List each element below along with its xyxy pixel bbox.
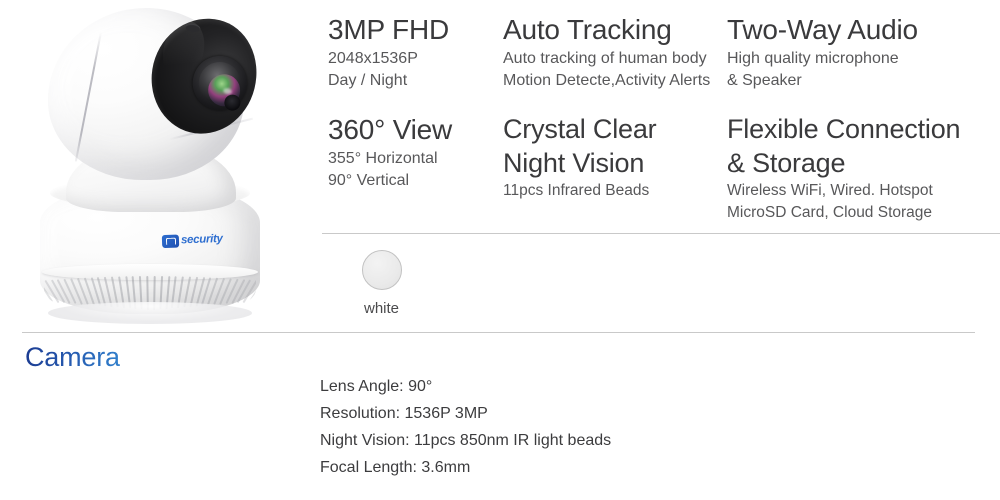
feature-title: Auto Tracking — [503, 14, 672, 45]
camera-illustration: security — [22, 2, 282, 324]
lens-pupil — [222, 92, 243, 113]
lens-ring — [194, 57, 246, 113]
feature-flexible-connection: Flexible Connection & Storage Wireless W… — [727, 112, 961, 224]
feature-subtitle-line: & Speaker — [727, 72, 802, 89]
feature-subtitle-line: Auto tracking of human body — [503, 50, 707, 67]
feature-title: 3MP FHD — [328, 14, 449, 45]
color-swatch-circle[interactable] — [362, 250, 402, 290]
camera-lens-faceplate — [139, 7, 269, 145]
spec-resolution: Resolution: 1536P 3MP — [320, 405, 488, 422]
feature-subtitle-line: 355° Horizontal — [328, 150, 438, 167]
brand-logo-text: security — [180, 232, 223, 247]
brand-logo: security — [161, 232, 223, 249]
feature-two-way-audio: Two-Way Audio High quality microphone & … — [727, 12, 918, 92]
feature-subtitle-line: Wireless WiFi, Wired. Hotspot — [727, 182, 933, 199]
features-divider — [322, 233, 1000, 234]
feature-title-second-line: Night Vision — [503, 148, 645, 178]
camera-base-shadow — [48, 302, 252, 324]
color-swatch-label: white — [364, 300, 400, 317]
feature-3mp-fhd: 3MP FHD 2048x1536P Day / Night — [328, 12, 449, 92]
section-title-camera: Camera — [25, 342, 120, 372]
spec-night-vision: Night Vision: 11pcs 850nm IR light beads — [320, 432, 612, 449]
feature-title: 360° View — [328, 114, 453, 145]
feature-title: Flexible Connection — [727, 114, 961, 144]
feature-title: Crystal Clear — [503, 114, 657, 144]
feature-grid: 3MP FHD 2048x1536P Day / Night Auto Trac… — [320, 0, 1000, 232]
lens-glass — [204, 70, 244, 113]
zy-logo-icon — [161, 234, 180, 249]
feature-subtitle-line: MicroSD Card, Cloud Storage — [727, 204, 933, 221]
feature-auto-tracking: Auto Tracking Auto tracking of human bod… — [503, 12, 710, 92]
camera-spec-list: Lens Angle: 90° Resolution: 1536P 3MP Ni… — [320, 373, 980, 481]
feature-title: Two-Way Audio — [727, 14, 918, 45]
feature-title-second-line: & Storage — [727, 148, 846, 178]
feature-subtitle-line: High quality microphone — [727, 50, 899, 67]
feature-subtitle-line: Day / Night — [328, 72, 408, 89]
camera-head — [48, 7, 269, 180]
camera-head-seam-icon — [74, 31, 102, 162]
feature-subtitle-line: 11pcs Infrared Beads — [503, 182, 650, 199]
product-image: security — [0, 0, 310, 330]
feature-subtitle-line: 2048x1536P — [328, 50, 418, 67]
feature-subtitle-line: Motion Detecte,Activity Alerts — [503, 72, 711, 89]
feature-night-vision: Crystal Clear Night Vision 11pcs Infrare… — [503, 112, 657, 202]
feature-360-view: 360° View 355° Horizontal 90° Vertical — [328, 112, 452, 192]
spec-focal-length: Focal Length: 3.6mm — [320, 459, 471, 476]
color-option-white[interactable]: white — [362, 250, 482, 317]
section-divider — [22, 332, 975, 333]
feature-subtitle-line: 90° Vertical — [328, 172, 410, 189]
spec-lens-angle: Lens Angle: 90° — [320, 378, 433, 395]
